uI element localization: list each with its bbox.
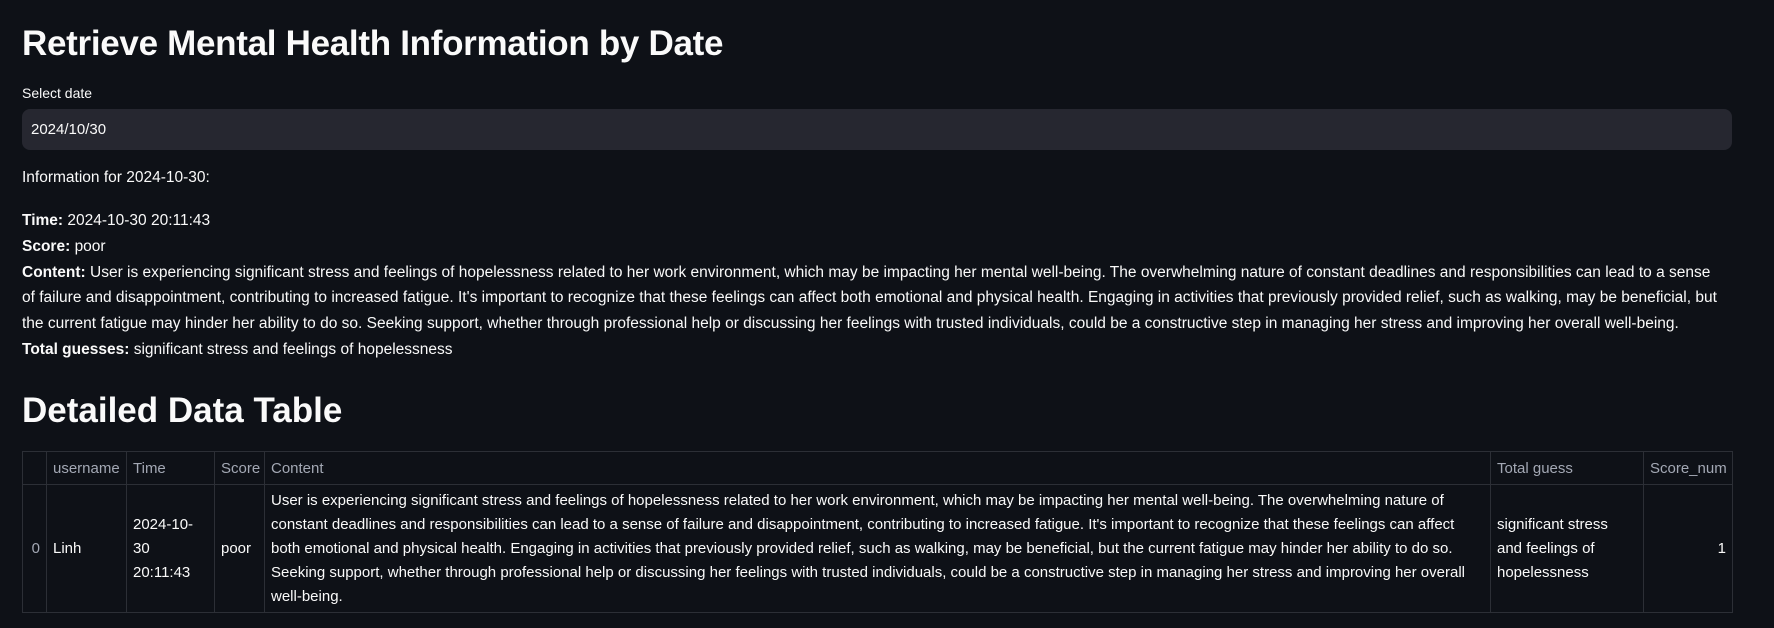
score-value: poor [74,237,106,255]
content-value: User is experiencing significant stress … [22,263,1717,333]
cell-username[interactable]: Linh [46,484,127,613]
guesses-label: Total guesses: [22,340,130,358]
column-header-score[interactable]: Score [214,451,265,485]
guesses-value: significant stress and feelings of hopel… [133,340,453,358]
cell-score-num[interactable]: 1 [1643,484,1733,613]
cell-time[interactable]: 2024-10-30 20:11:43 [126,484,215,613]
content-label: Content: [22,263,86,281]
column-header-index[interactable] [22,451,47,485]
date-input[interactable] [22,109,1732,150]
table-title: Detailed Data Table [22,391,343,430]
score-label: Score: [22,237,71,255]
page-title: Retrieve Mental Health Information by Da… [22,24,724,63]
data-table[interactable]: username Time Score Content Total guess … [22,451,1733,613]
info-guesses: Total guesses: significant stress and fe… [22,337,1727,363]
date-label: Select date [22,85,93,101]
table-row[interactable]: 0 Linh 2024-10-30 20:11:43 poor User is … [22,484,1733,613]
cell-score[interactable]: poor [214,484,265,613]
column-header-username[interactable]: username [46,451,127,485]
cell-index[interactable]: 0 [22,484,47,613]
info-score: Score: poor [22,234,1727,260]
time-value: 2024-10-30 20:11:43 [67,212,211,229]
column-header-time[interactable]: Time [126,451,215,485]
info-content: Content: User is experiencing significan… [22,260,1727,337]
time-label: Time: [22,212,64,229]
info-time: Time: 2024-10-30 20:11:43 [22,208,1727,234]
cell-content[interactable]: User is experiencing significant stress … [264,484,1491,613]
info-heading: Information for 2024-10-30: [22,169,210,186]
table-header-row: username Time Score Content Total guess … [22,451,1733,485]
info-block: Time: 2024-10-30 20:11:43 Score: poor Co… [22,208,1727,363]
column-header-total-guess[interactable]: Total guess [1490,451,1644,485]
column-header-score-num[interactable]: Score_num [1643,451,1733,485]
cell-total-guess[interactable]: significant stress and feelings of hopel… [1490,484,1644,613]
column-header-content[interactable]: Content [264,451,1491,485]
